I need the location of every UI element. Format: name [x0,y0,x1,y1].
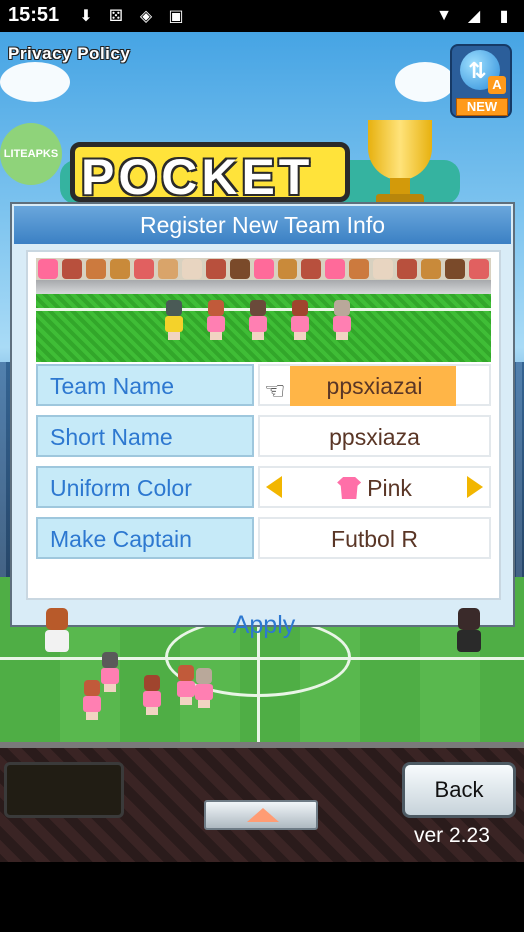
trophy-icon [350,116,450,216]
cloud [395,62,455,102]
scroll-up-button[interactable] [204,800,318,830]
dice-icon: ⚄ [109,8,123,25]
captain-field[interactable]: Futbol R [258,517,491,559]
version-label: ver 2.23 [414,824,490,847]
register-team-dialog: Register New Team Info Team Name ☜ ppsxi… [10,202,515,652]
team-player [330,300,354,340]
a-badge: A [488,76,506,94]
navigation-bar [0,862,524,932]
field-player [192,668,216,708]
sync-arrows-icon: ⇅ [468,58,487,83]
fence [36,280,491,294]
status-bar: 15:51 ⬇ ⚄ ◈ ▣ ▼ ◢ ▮ [0,0,524,32]
team-preview-scene [36,258,491,362]
short-name-label: Short Name [36,415,254,457]
privacy-policy-link[interactable]: Privacy Policy [8,44,130,64]
game-screen: Privacy Policy ⇅ A NEW LITEAPKS POCKET R… [0,32,524,862]
field-player [80,680,104,720]
signal-icon: ◢ [467,8,481,25]
make-captain-label: Make Captain [36,517,254,559]
team-name-row[interactable]: Team Name ☜ ppsxiazai [36,364,491,408]
team-player [204,300,228,340]
shirt-icon [337,477,362,499]
short-name-row[interactable]: Short Name ppsxiaza [36,415,491,459]
a-box-icon: ▣ [168,8,184,25]
download-icon: ⬇ [79,8,93,25]
turf [36,294,491,362]
shield-icon: ◈ [139,8,153,25]
team-player [288,300,312,340]
cloud [0,62,70,102]
uniform-color-value: Pink [367,475,412,501]
team-name-field[interactable]: ☜ ppsxiazai [258,364,491,406]
dialog-title: Register New Team Info [14,206,511,244]
team-name-value: ppsxiazai [326,373,423,399]
watermark: LITEAPKS [0,123,62,185]
uniform-color-row[interactable]: Uniform Color Pink [36,466,491,510]
language-new-button[interactable]: ⇅ A NEW [450,44,512,118]
manager-boy-sprite [452,608,486,652]
next-color-arrow-icon[interactable] [467,476,483,498]
field-player [140,675,164,715]
previous-color-arrow-icon[interactable] [266,476,282,498]
manager-girl-sprite [40,608,74,652]
uniform-color-label: Uniform Color [36,466,254,508]
apply-button[interactable]: Apply [192,608,336,642]
team-player [162,300,186,340]
make-captain-row[interactable]: Make Captain Futbol R [36,517,491,561]
dialog-panel: Team Name ☜ ppsxiazai Short Name ppsxiaz… [26,250,501,600]
pointing-hand-icon: ☜ [264,378,286,405]
battery-icon: ▮ [499,8,509,25]
new-badge: NEW [456,98,508,116]
team-name-label: Team Name [36,364,254,406]
game-logo: POCKET [70,142,350,202]
short-name-field[interactable]: ppsxiaza [258,415,491,457]
info-box [4,762,124,818]
crowd [36,258,491,280]
back-button[interactable]: Back [402,762,516,818]
up-arrow-icon [247,808,279,822]
status-time: 15:51 [8,4,60,26]
uniform-color-selector[interactable]: Pink [258,466,491,508]
wifi-icon: ▼ [436,7,452,24]
team-player [246,300,270,340]
